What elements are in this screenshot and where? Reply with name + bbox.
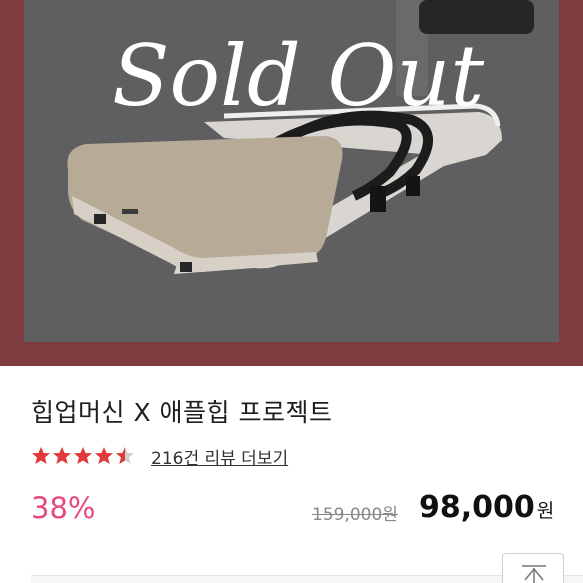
star-full-icon — [32, 447, 50, 464]
sold-out-overlay: Sold Out — [112, 27, 484, 125]
original-price: 159,000원 — [312, 505, 398, 525]
hip-up-machine-image: Sold Out — [67, 0, 534, 274]
product-hero: Sold Out — [0, 0, 583, 366]
star-full-icon — [95, 447, 113, 464]
sale-price-currency: 원 — [536, 500, 555, 522]
star-full-icon — [53, 447, 71, 464]
discount-rate: 38% — [31, 491, 96, 525]
star-half-icon — [116, 447, 134, 464]
sale-price: 98,000 원 — [419, 490, 554, 525]
star-full-icon — [74, 447, 92, 464]
review-more-link[interactable]: 216건 리뷰 더보기 — [151, 444, 288, 469]
product-title: 힙업머신 X 애플힙 프로젝트 — [31, 398, 333, 427]
scroll-top-button[interactable] — [502, 553, 564, 583]
arrow-up-icon — [522, 565, 546, 583]
product-image[interactable]: Sold Out — [24, 0, 559, 342]
sale-price-value: 98,000 — [419, 490, 535, 525]
bottom-bar — [31, 575, 583, 583]
rating-stars — [31, 446, 135, 466]
